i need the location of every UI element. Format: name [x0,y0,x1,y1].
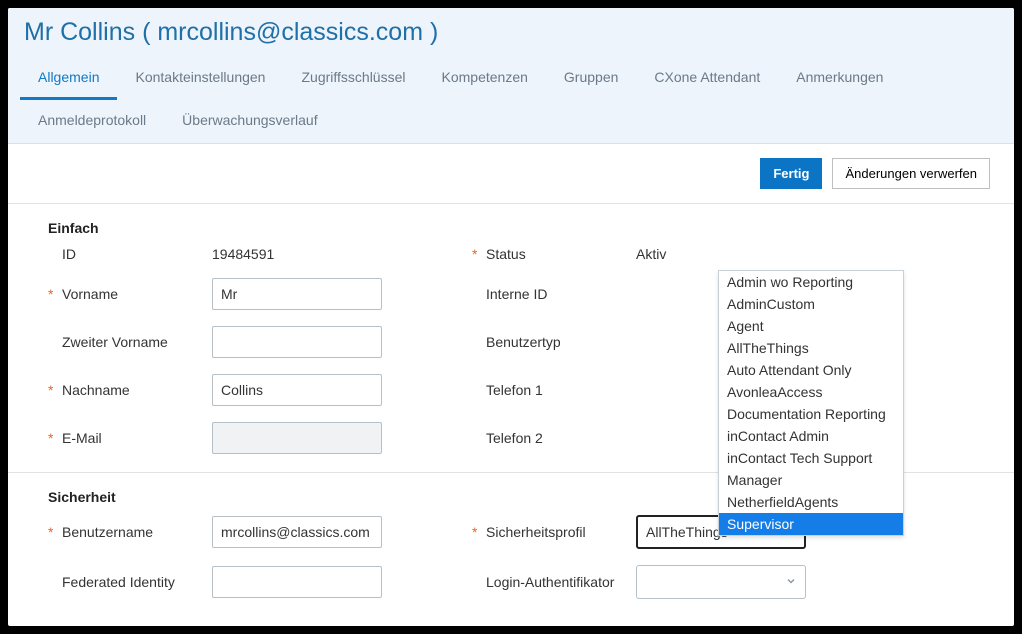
dropdown-option[interactable]: Documentation Reporting [719,403,903,425]
tab-cxone-attendant[interactable]: CXone Attendant [636,57,778,100]
tab-bar: Allgemein Kontakteinstellungen Zugriffss… [8,51,1014,144]
username-input[interactable] [212,516,382,548]
tab-anmerkungen[interactable]: Anmerkungen [778,57,901,100]
dropdown-option[interactable]: Agent [719,315,903,337]
dropdown-option[interactable]: Auto Attendant Only [719,359,903,381]
id-value: 19484591 [212,246,392,262]
status-label: Status [486,246,636,262]
dropdown-option[interactable]: Admin wo Reporting [719,271,903,293]
lastname-label: Nachname [62,382,212,398]
federated-input[interactable] [212,566,382,598]
lastname-input[interactable] [212,374,382,406]
tab-anmeldeprotokoll[interactable]: Anmeldeprotokoll [20,100,164,143]
required-indicator: * [472,246,486,262]
usertype-label: Benutzertyp [486,334,636,350]
loginauth-select[interactable] [636,565,806,599]
secprofile-label: Sicherheitsprofil [486,524,636,540]
tab-allgemein[interactable]: Allgemein [20,57,117,100]
dropdown-option[interactable]: AllTheThings [719,337,903,359]
firstname-input[interactable] [212,278,382,310]
middlename-label: Zweiter Vorname [62,334,212,350]
dropdown-option[interactable]: Manager [719,469,903,491]
done-button[interactable]: Fertig [760,158,822,189]
dropdown-option[interactable]: AdminCustom [719,293,903,315]
tab-kompetenzen[interactable]: Kompetenzen [424,57,546,100]
required-indicator: * [48,382,62,398]
email-label: E-Mail [62,430,212,446]
tab-kontakteinstellungen[interactable]: Kontakteinstellungen [117,57,283,100]
middlename-input[interactable] [212,326,382,358]
secprofile-dropdown[interactable]: Admin wo ReportingAdminCustomAgentAllThe… [718,270,904,536]
firstname-label: Vorname [62,286,212,302]
username-label: Benutzername [62,524,212,540]
loginauth-label: Login-Authentifikator [486,574,636,590]
secprofile-selected-value: AllTheThings [646,524,728,540]
required-indicator: * [48,286,62,302]
section-basic-title: Einfach [48,204,990,246]
status-value: Aktiv [636,246,816,262]
email-input[interactable] [212,422,382,454]
dropdown-option[interactable]: Supervisor [719,513,903,535]
id-label: ID [62,246,212,262]
dropdown-option[interactable]: NetherfieldAgents [719,491,903,513]
internalid-label: Interne ID [486,286,636,302]
tab-zugriffsschluessel[interactable]: Zugriffsschlüssel [283,57,423,100]
chevron-down-icon [785,574,797,590]
dropdown-option[interactable]: inContact Admin [719,425,903,447]
tab-gruppen[interactable]: Gruppen [546,57,636,100]
dropdown-option[interactable]: inContact Tech Support [719,447,903,469]
federated-label: Federated Identity [62,574,212,590]
discard-button[interactable]: Änderungen verwerfen [832,158,990,189]
phone2-label: Telefon 2 [486,430,636,446]
dropdown-option[interactable]: AvonleaAccess [719,381,903,403]
required-indicator: * [48,430,62,446]
tab-ueberwachungsverlauf[interactable]: Überwachungsverlauf [164,100,335,143]
page-title: Mr Collins ( mrcollins@classics.com ) [8,8,1014,51]
required-indicator: * [472,524,486,540]
required-indicator: * [48,524,62,540]
phone1-label: Telefon 1 [486,382,636,398]
action-bar: Fertig Änderungen verwerfen [8,144,1014,204]
